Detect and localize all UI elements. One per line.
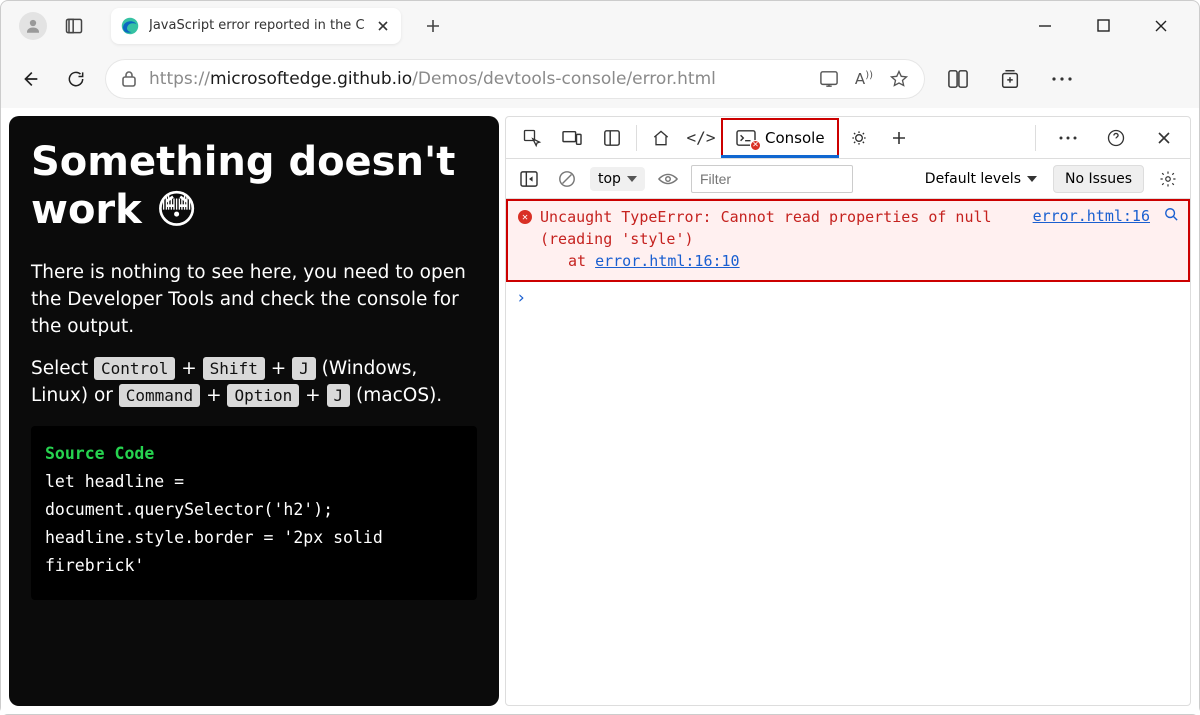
context-selector[interactable]: top xyxy=(590,167,645,191)
favorite-star-icon[interactable] xyxy=(889,69,909,89)
console-prompt[interactable]: › xyxy=(506,282,1190,314)
tab-title: JavaScript error reported in the C xyxy=(149,18,365,33)
close-window-button[interactable] xyxy=(1149,14,1173,38)
address-bar[interactable]: https://microsoftedge.github.io/Demos/de… xyxy=(105,59,925,99)
issues-button[interactable]: No Issues xyxy=(1053,165,1144,193)
console-icon: ✕ xyxy=(735,129,757,147)
lock-icon xyxy=(121,70,137,88)
split-screen-button[interactable] xyxy=(943,64,973,94)
activity-bar-toggle[interactable] xyxy=(592,118,632,158)
profile-avatar[interactable] xyxy=(19,12,47,40)
console-settings-button[interactable] xyxy=(1154,165,1182,193)
error-source-link[interactable]: error.html:16 xyxy=(1033,207,1150,272)
error-icon: ✕ xyxy=(518,210,532,224)
more-menu-button[interactable] xyxy=(1047,64,1077,94)
console-tab[interactable]: ✕ Console xyxy=(721,118,839,158)
sources-tab[interactable] xyxy=(839,118,879,158)
elements-tab[interactable]: </> xyxy=(681,118,721,158)
clear-console-button[interactable] xyxy=(554,159,580,199)
console-output: ✕ Uncaught TypeError: Cannot read proper… xyxy=(506,199,1190,705)
inspect-element-button[interactable] xyxy=(512,118,552,158)
code-line-2: headline.style.border = '2px solid fireb… xyxy=(45,524,463,580)
page-heading: Something doesn't work 😳 xyxy=(31,138,477,234)
content-area: Something doesn't work 😳 There is nothin… xyxy=(1,108,1199,714)
page-paragraph-2: Select Control + Shift + J (Windows, Lin… xyxy=(31,356,477,410)
close-tab-button[interactable] xyxy=(375,18,391,34)
welcome-tab[interactable] xyxy=(641,118,681,158)
window-controls xyxy=(1033,14,1191,38)
more-tabs-button[interactable] xyxy=(879,118,919,158)
back-button[interactable] xyxy=(13,62,47,96)
tab-actions-button[interactable] xyxy=(57,9,91,43)
devtools-help-button[interactable] xyxy=(1096,118,1136,158)
new-tab-button[interactable] xyxy=(419,12,447,40)
collections-button[interactable] xyxy=(995,64,1025,94)
log-levels-selector[interactable]: Default levels xyxy=(925,171,1043,187)
maximize-button[interactable] xyxy=(1091,14,1115,38)
live-expression-button[interactable] xyxy=(655,159,681,199)
code-line-1: let headline = document.querySelector('h… xyxy=(45,468,463,524)
key-option: Option xyxy=(227,384,299,407)
minimize-button[interactable] xyxy=(1033,14,1057,38)
toggle-sidebar-button[interactable] xyxy=(514,159,544,199)
console-tab-label: Console xyxy=(765,129,825,147)
url-text: https://microsoftedge.github.io/Demos/de… xyxy=(149,69,716,89)
devtools-more-button[interactable] xyxy=(1048,118,1088,158)
browser-window: JavaScript error reported in the C ht xyxy=(0,0,1200,715)
search-error-icon[interactable] xyxy=(1164,207,1178,272)
console-toolbar: top Default levels No Issues xyxy=(506,159,1190,199)
key-control: Control xyxy=(94,357,175,380)
titlebar: JavaScript error reported in the C xyxy=(1,1,1199,50)
source-code-box: Source Code let headline = document.quer… xyxy=(31,426,477,600)
refresh-button[interactable] xyxy=(59,62,93,96)
device-toolbar-button[interactable] xyxy=(552,118,592,158)
toolbar-right-icons xyxy=(943,64,1077,94)
browser-tab[interactable]: JavaScript error reported in the C xyxy=(111,8,401,44)
error-stack-link[interactable]: error.html:16:10 xyxy=(595,252,740,270)
page-paragraph-1: There is nothing to see here, you need t… xyxy=(31,260,477,340)
key-j2: J xyxy=(327,384,351,407)
code-title: Source Code xyxy=(45,440,463,468)
console-filter-input[interactable] xyxy=(691,165,853,193)
browser-toolbar: https://microsoftedge.github.io/Demos/de… xyxy=(1,50,1199,108)
key-j: J xyxy=(292,357,316,380)
devtools-tabstrip: </> ✕ Console xyxy=(506,117,1190,159)
devtools-panel: </> ✕ Console xyxy=(505,116,1191,706)
error-badge-icon: ✕ xyxy=(750,140,761,151)
edge-favicon-icon xyxy=(121,17,139,35)
error-message: Uncaught TypeError: Cannot read properti… xyxy=(540,207,1025,272)
webpage: Something doesn't work 😳 There is nothin… xyxy=(9,116,499,706)
console-error-row[interactable]: ✕ Uncaught TypeError: Cannot read proper… xyxy=(506,199,1190,282)
key-shift: Shift xyxy=(203,357,265,380)
pwa-install-icon[interactable] xyxy=(819,70,839,88)
devtools-close-button[interactable] xyxy=(1144,118,1184,158)
readaloud-icon[interactable]: A)) xyxy=(855,70,873,88)
key-command: Command xyxy=(119,384,200,407)
